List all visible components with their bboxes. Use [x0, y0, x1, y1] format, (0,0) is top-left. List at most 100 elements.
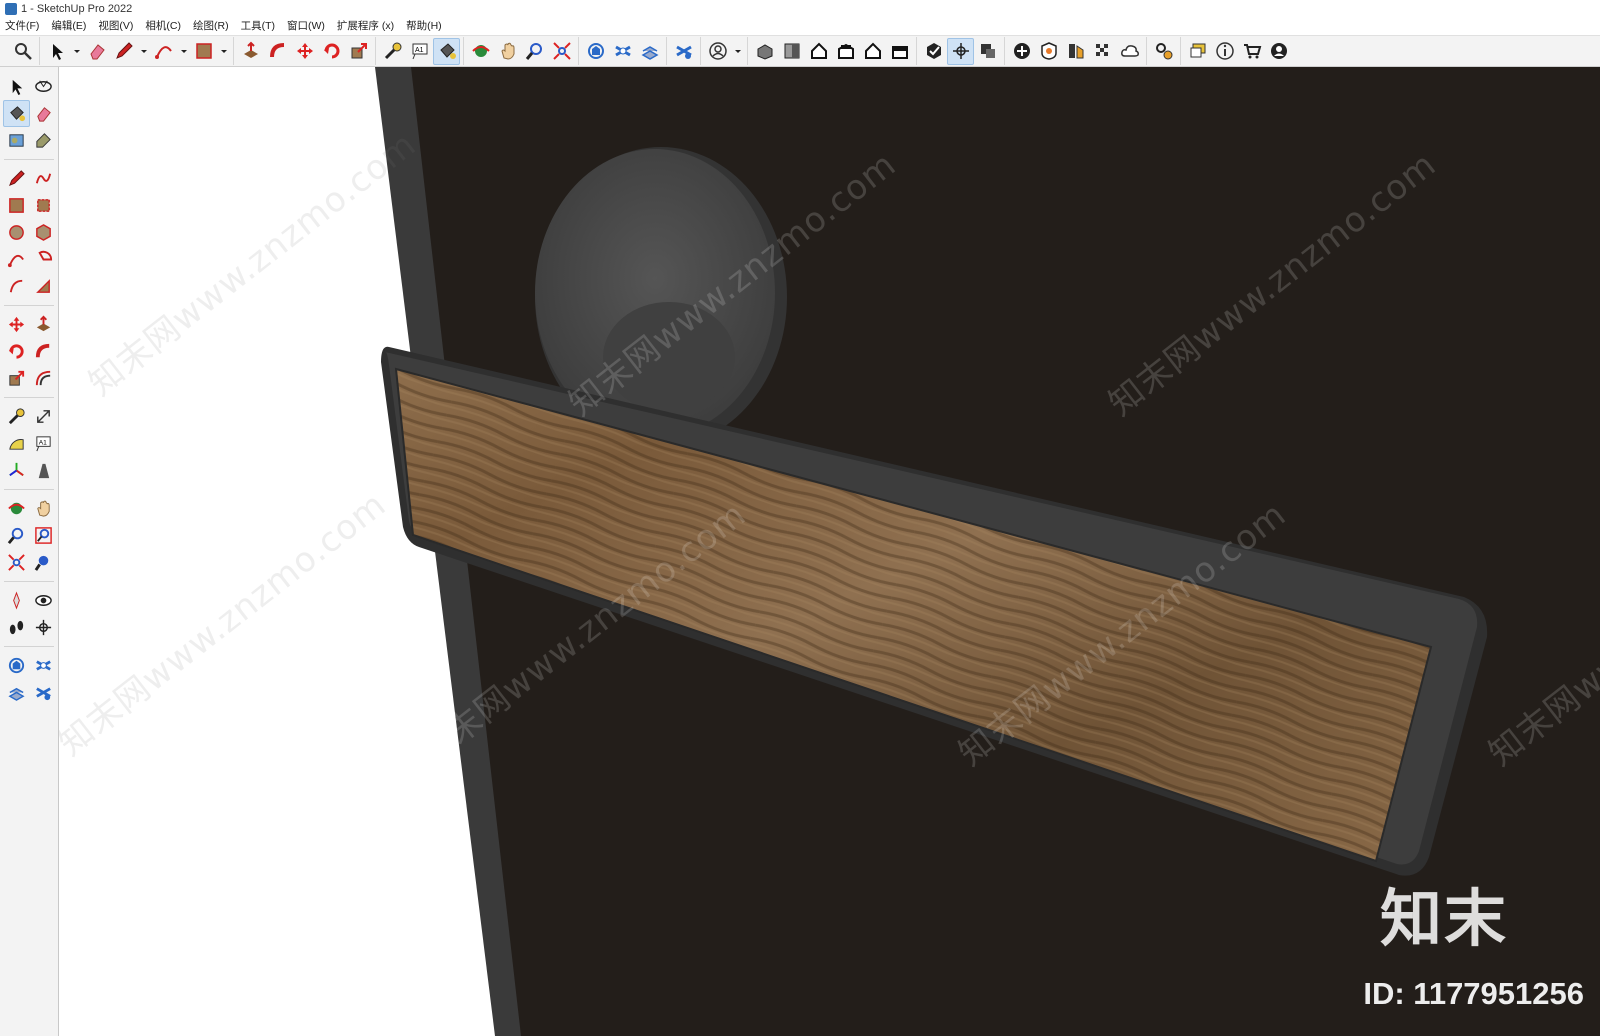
back-view-icon[interactable]	[859, 38, 886, 65]
extension-manager-icon[interactable]	[670, 38, 697, 65]
warehouse-icon[interactable]	[582, 38, 609, 65]
menu-item[interactable]: 工具(T)	[235, 18, 281, 35]
3d-text-icon[interactable]	[30, 457, 57, 484]
comment-icon[interactable]	[1184, 38, 1211, 65]
pie-icon[interactable]	[30, 246, 57, 273]
axes-icon[interactable]	[3, 457, 30, 484]
text-icon[interactable]: A1	[30, 430, 57, 457]
info-icon[interactable]	[1211, 38, 1238, 65]
user-icon[interactable]	[1265, 38, 1292, 65]
polygon-icon[interactable]	[30, 219, 57, 246]
dropdown-icon[interactable]	[217, 38, 230, 65]
section-plane-icon[interactable]	[30, 614, 57, 641]
dropdown-icon[interactable]	[70, 38, 83, 65]
select-icon[interactable]	[3, 73, 30, 100]
orbit-icon[interactable]	[467, 38, 494, 65]
line-icon[interactable]	[3, 165, 30, 192]
add-location-icon[interactable]	[1008, 38, 1035, 65]
tag-icon[interactable]	[30, 127, 57, 154]
menu-item[interactable]: 相机(C)	[139, 18, 187, 35]
front-view-icon[interactable]	[805, 38, 832, 65]
menu-item[interactable]: 窗口(W)	[281, 18, 331, 35]
warehouse-icon[interactable]	[3, 652, 30, 679]
cloud-icon[interactable]	[1116, 38, 1143, 65]
offset-icon[interactable]	[30, 365, 57, 392]
tape-measure-icon[interactable]	[3, 403, 30, 430]
menu-item[interactable]: 视图(V)	[92, 18, 139, 35]
orbit-icon[interactable]	[3, 495, 30, 522]
shadow-icon[interactable]	[1035, 38, 1062, 65]
eraser-icon[interactable]	[30, 100, 57, 127]
account-icon[interactable]	[704, 38, 731, 65]
menu-item[interactable]: 扩展程序 (x)	[331, 18, 400, 35]
look-around-icon[interactable]	[30, 587, 57, 614]
menu-item[interactable]: 绘图(R)	[187, 18, 235, 35]
position-camera-icon[interactable]	[3, 587, 30, 614]
rectangle-icon[interactable]	[3, 192, 30, 219]
move-icon[interactable]	[3, 311, 30, 338]
paint-bucket-icon[interactable]	[3, 100, 30, 127]
dropdown-icon[interactable]	[177, 38, 190, 65]
rotate-icon[interactable]	[3, 338, 30, 365]
protractor-icon[interactable]	[3, 430, 30, 457]
select-icon[interactable]	[43, 38, 70, 65]
push-pull-icon[interactable]	[237, 38, 264, 65]
arc-icon[interactable]	[3, 246, 30, 273]
follow-me-icon[interactable]	[264, 38, 291, 65]
zoom-extents-icon[interactable]	[3, 549, 30, 576]
styles-icon[interactable]	[1062, 38, 1089, 65]
previous-view-icon[interactable]	[30, 549, 57, 576]
component-icon[interactable]	[3, 127, 30, 154]
zoom-icon[interactable]	[3, 522, 30, 549]
pan-icon[interactable]	[30, 495, 57, 522]
dropdown-icon[interactable]	[731, 38, 744, 65]
layout-icon[interactable]	[636, 38, 663, 65]
menu-item[interactable]: 编辑(E)	[45, 18, 92, 35]
text-icon[interactable]: A1	[406, 38, 433, 65]
zoom-extents-icon[interactable]	[548, 38, 575, 65]
three-point-arc-icon[interactable]	[30, 273, 57, 300]
arc-icon[interactable]	[150, 38, 177, 65]
iso-view-icon[interactable]	[751, 38, 778, 65]
drawing-viewport[interactable]: 知末网www.znzmo.com知末网www.znzmo.com知末网www.z…	[59, 67, 1600, 1036]
eraser-icon[interactable]	[83, 38, 110, 65]
layout-icon[interactable]	[3, 679, 30, 706]
x-ray-icon[interactable]	[1089, 38, 1116, 65]
orbit-3d-icon[interactable]	[30, 73, 57, 100]
dimension-icon[interactable]	[30, 403, 57, 430]
pan-icon[interactable]	[494, 38, 521, 65]
settings-icon[interactable]	[1150, 38, 1177, 65]
menu-item[interactable]: 文件(F)	[0, 18, 45, 35]
push-pull-icon[interactable]	[30, 311, 57, 338]
paint-bucket-icon[interactable]	[433, 37, 460, 65]
right-view-icon[interactable]	[832, 38, 859, 65]
rotated-rectangle-icon[interactable]	[30, 192, 57, 219]
section-cut-icon[interactable]	[974, 38, 1001, 65]
two-point-arc-icon[interactable]	[3, 273, 30, 300]
rotate-icon[interactable]	[318, 38, 345, 65]
solid-inspector-icon[interactable]	[920, 38, 947, 65]
extension-warehouse-icon[interactable]	[30, 652, 57, 679]
top-view-icon[interactable]	[778, 38, 805, 65]
circle-icon[interactable]	[3, 219, 30, 246]
walk-icon[interactable]	[3, 614, 30, 641]
extension-manager-icon[interactable]	[30, 679, 57, 706]
dropdown-icon[interactable]	[137, 38, 150, 65]
pencil-icon[interactable]	[110, 38, 137, 65]
menu-item[interactable]: 帮助(H)	[400, 18, 448, 35]
left-view-icon[interactable]	[886, 38, 913, 65]
follow-me-icon[interactable]	[30, 338, 57, 365]
zoom-window-icon[interactable]	[30, 522, 57, 549]
search-icon[interactable]	[9, 38, 36, 65]
tool-row	[0, 587, 58, 614]
rectangle-icon[interactable]	[190, 38, 217, 65]
scale-icon[interactable]	[3, 365, 30, 392]
move-icon[interactable]	[291, 38, 318, 65]
section-plane-icon[interactable]	[947, 37, 974, 65]
zoom-icon[interactable]	[521, 38, 548, 65]
scale-icon[interactable]	[345, 38, 372, 65]
tape-measure-icon[interactable]	[379, 38, 406, 65]
freehand-icon[interactable]	[30, 165, 57, 192]
extension-warehouse-icon[interactable]	[609, 38, 636, 65]
cart-icon[interactable]	[1238, 38, 1265, 65]
